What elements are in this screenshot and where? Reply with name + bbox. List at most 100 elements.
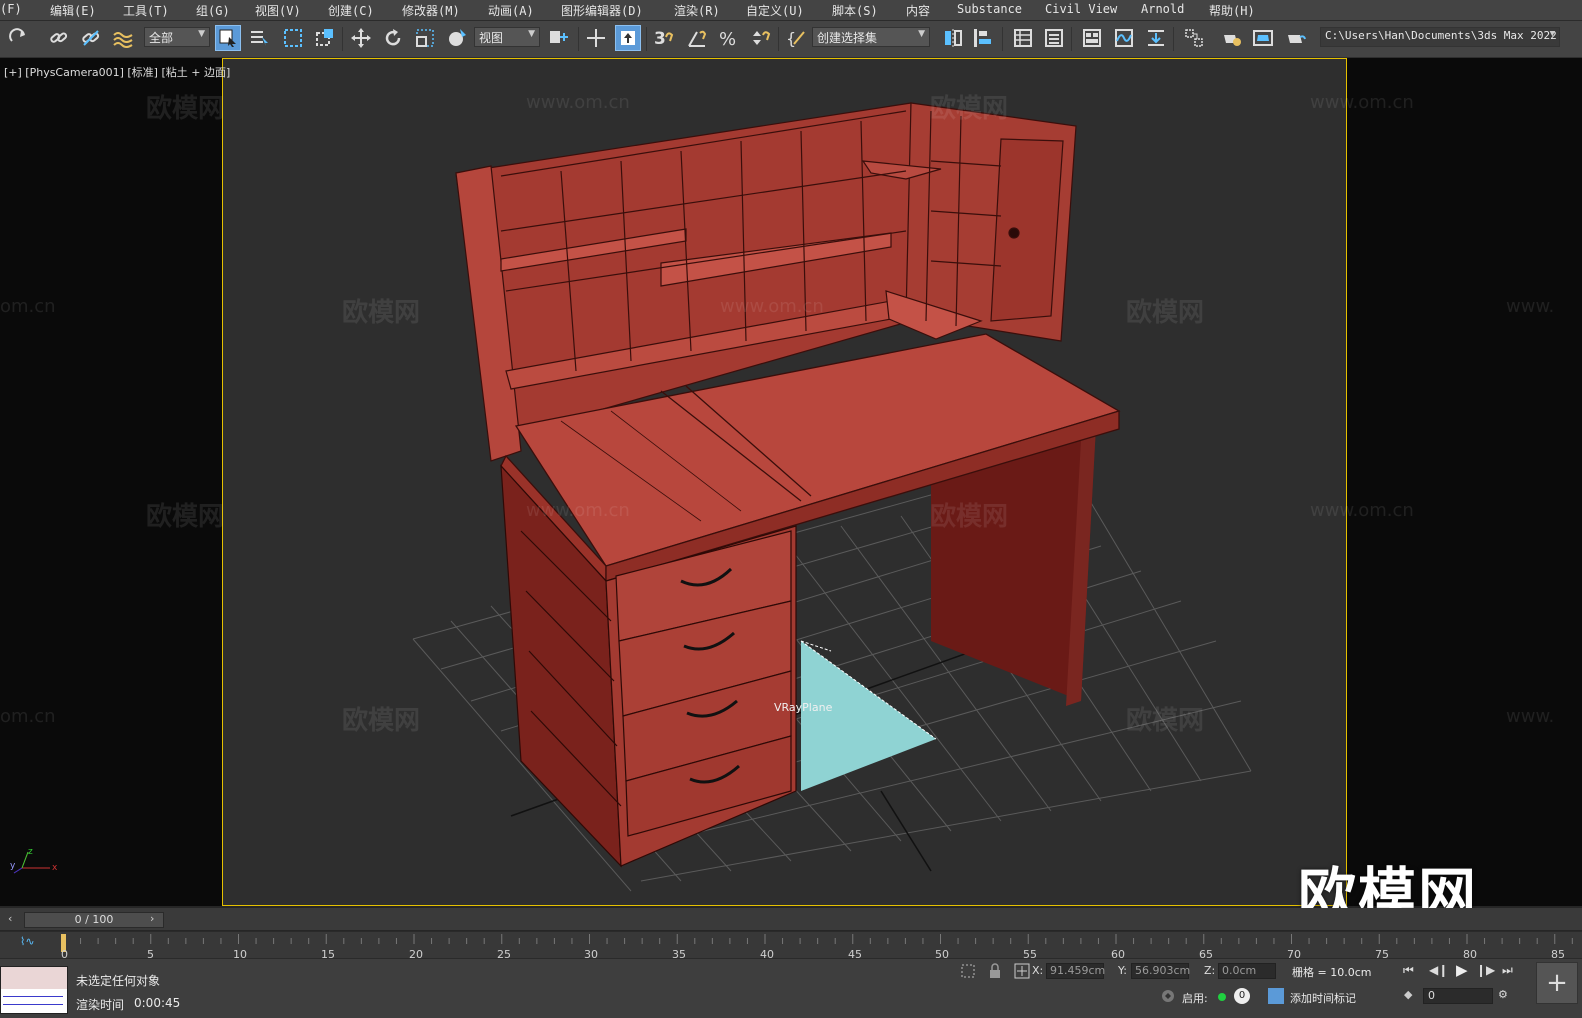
- reference-coordinate-dropdown[interactable]: 视图 ▼: [474, 27, 540, 47]
- rendered-frame-window-icon[interactable]: [1250, 25, 1276, 51]
- menu-view[interactable]: 视图(V): [255, 2, 301, 19]
- goto-start-icon[interactable]: ⏮: [1403, 963, 1414, 978]
- svg-text:3: 3: [654, 29, 666, 49]
- selection-filter-dropdown[interactable]: 全部 ▼: [144, 27, 210, 47]
- next-frame-icon[interactable]: ❙▶: [1476, 963, 1495, 977]
- watermark: 欧模网: [1126, 706, 1205, 736]
- goto-end-icon[interactable]: ⏭: [1502, 963, 1513, 978]
- window-crossing-icon[interactable]: [312, 25, 338, 51]
- render-setup-icon[interactable]: [1219, 25, 1245, 51]
- named-selection-dropdown[interactable]: 创建选择集 ▼: [812, 27, 930, 47]
- bind-space-warp-icon[interactable]: [110, 25, 136, 51]
- menu-civil-view[interactable]: Civil View: [1045, 2, 1117, 16]
- absolute-mode-icon[interactable]: [1014, 963, 1030, 983]
- menu-modifiers[interactable]: 修改器(M): [402, 2, 460, 19]
- chevron-down-icon: ▼: [198, 29, 205, 39]
- select-by-name-icon[interactable]: [246, 25, 272, 51]
- watermark-url: www.: [1506, 296, 1555, 317]
- enable-label: 启用:: [1182, 992, 1208, 1005]
- watermark-url: www.om.cn: [1310, 92, 1414, 113]
- mini-curve-editor-icon[interactable]: ⌇∿: [20, 935, 35, 948]
- menu-customize[interactable]: 自定义(U): [746, 2, 804, 19]
- unlink-icon[interactable]: [78, 25, 104, 51]
- create-panel-button[interactable]: +: [1536, 962, 1578, 1004]
- menu-file[interactable]: (F): [0, 2, 22, 16]
- spinner-snap-icon[interactable]: [747, 25, 773, 51]
- svg-text:x: x: [52, 863, 58, 873]
- snaps-toggle-icon[interactable]: 3: [651, 25, 677, 51]
- current-frame-field[interactable]: 0: [1423, 988, 1493, 1004]
- watermark-url: om.cn: [0, 296, 56, 317]
- pivot-center-icon[interactable]: [546, 25, 572, 51]
- toggle-ribbon-icon[interactable]: [1079, 25, 1105, 51]
- percent-snap-icon[interactable]: %: [716, 25, 742, 51]
- placement-icon[interactable]: [444, 25, 470, 51]
- mirror-icon[interactable]: [940, 25, 966, 51]
- chevron-down-icon: ▼: [1549, 29, 1555, 39]
- menu-group[interactable]: 组(G): [196, 2, 230, 19]
- menu-scripting[interactable]: 脚本(S): [832, 2, 878, 19]
- align-icon[interactable]: [970, 25, 996, 51]
- menu-content[interactable]: 内容: [906, 2, 930, 19]
- edit-named-selection-icon[interactable]: {: [784, 25, 810, 51]
- add-time-tag[interactable]: 添加时间标记: [1290, 990, 1356, 1006]
- project-path-dropdown[interactable]: C:\Users\Han\Documents\3ds Max 2022 ▼: [1320, 27, 1560, 47]
- scene-explorer-icon[interactable]: [1010, 25, 1036, 51]
- svg-text:{: {: [786, 29, 796, 48]
- select-manipulate-icon[interactable]: [583, 25, 609, 51]
- watermark-url: www.om.cn: [526, 92, 630, 113]
- y-label: Y:: [1118, 964, 1127, 977]
- watermark: 欧模网: [930, 94, 1009, 124]
- z-coordinate-field[interactable]: 0.0cm: [1218, 963, 1276, 979]
- key-mode-icon[interactable]: ◆: [1404, 988, 1412, 1001]
- schematic-view-icon[interactable]: [1143, 25, 1169, 51]
- status-green-dot-icon: [1218, 993, 1226, 1001]
- time-tag-icon[interactable]: [1268, 988, 1284, 1004]
- menu-create[interactable]: 创建(C): [328, 2, 374, 19]
- time-configuration-icon[interactable]: ⚙: [1498, 988, 1508, 1001]
- watermark: 欧模网: [1126, 298, 1205, 328]
- chevron-left-icon[interactable]: ‹: [8, 912, 12, 925]
- select-and-link-icon[interactable]: [46, 25, 72, 51]
- menu-help[interactable]: 帮助(H): [1209, 2, 1255, 19]
- isolate-selection-icon[interactable]: [960, 963, 976, 983]
- menu-tools[interactable]: 工具(T): [123, 2, 169, 19]
- watermark-url: www.: [1506, 706, 1555, 727]
- rectangular-selection-icon[interactable]: [280, 25, 306, 51]
- watermark: 欧模网: [146, 502, 225, 532]
- scale-icon[interactable]: [412, 25, 438, 51]
- time-slider[interactable]: 0 / 100: [24, 912, 164, 928]
- move-icon[interactable]: [348, 25, 374, 51]
- render-production-icon[interactable]: [1283, 25, 1309, 51]
- viewport-label-menu[interactable]: [+] [PhysCamera001] [标准] [粘土 + 边面]: [4, 64, 230, 80]
- watermark: 欧模网: [146, 94, 225, 124]
- selection-filter-value: 全部: [149, 31, 174, 45]
- menu-arnold[interactable]: Arnold: [1141, 2, 1184, 16]
- menu-rendering[interactable]: 渲染(R): [674, 2, 720, 19]
- y-coordinate-field[interactable]: 56.903cm: [1131, 963, 1190, 979]
- curve-editor-icon[interactable]: [1111, 25, 1137, 51]
- redo-icon[interactable]: [6, 25, 32, 51]
- layer-explorer-icon[interactable]: [1041, 25, 1067, 51]
- chevron-right-icon[interactable]: ›: [150, 912, 154, 925]
- adaptive-degradation-icon[interactable]: [1160, 988, 1176, 1008]
- camera-viewport[interactable]: VRayPlane: [222, 58, 1347, 906]
- keyboard-shortcut-override-icon[interactable]: [615, 25, 641, 51]
- menu-edit[interactable]: 编辑(E): [50, 2, 96, 19]
- watermark-url: om.cn: [0, 706, 56, 727]
- select-object-icon[interactable]: [215, 25, 241, 51]
- project-path-value: C:\Users\Han\Documents\3ds Max 2022: [1325, 29, 1557, 42]
- material-editor-icon[interactable]: [1181, 25, 1207, 51]
- svg-text:y: y: [10, 861, 16, 871]
- menu-animation[interactable]: 动画(A): [488, 2, 534, 19]
- enable-count-badge: 0: [1234, 988, 1250, 1004]
- menu-graph-editors[interactable]: 图形编辑器(D): [561, 2, 643, 19]
- maxscript-listener[interactable]: [0, 966, 68, 1014]
- x-coordinate-field[interactable]: 91.459cm: [1046, 963, 1105, 979]
- menu-substance[interactable]: Substance: [957, 2, 1022, 16]
- angle-snap-icon[interactable]: [684, 25, 710, 51]
- play-icon[interactable]: ▶: [1456, 961, 1468, 979]
- previous-frame-icon[interactable]: ◀❙: [1429, 963, 1448, 977]
- lock-icon[interactable]: [988, 963, 1002, 983]
- rotate-icon[interactable]: [380, 25, 406, 51]
